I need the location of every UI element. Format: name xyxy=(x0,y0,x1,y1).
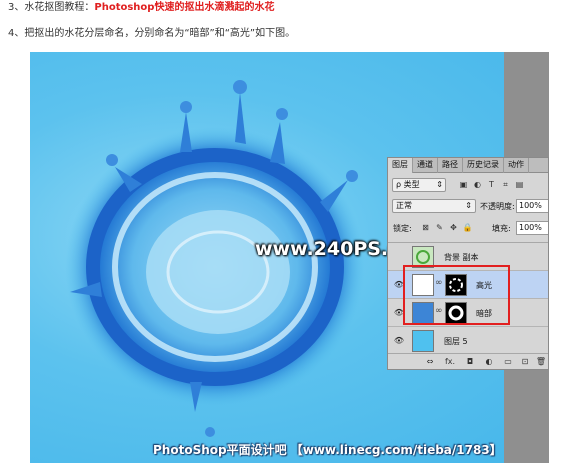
link-layers-icon[interactable]: ⇔ xyxy=(424,356,436,367)
fill-input[interactable]: 100% xyxy=(516,221,548,235)
tab-channels[interactable]: 通道 xyxy=(413,158,438,173)
panel-tabs: 图层 通道 路径 历史记录 动作 xyxy=(388,158,548,173)
blend-mode-select[interactable]: 正常 ⇕ xyxy=(392,199,476,213)
tab-paths[interactable]: 路径 xyxy=(438,158,463,173)
filter-kind-select[interactable]: ρ 类型 ⇕ xyxy=(392,178,446,192)
smart-object-icon xyxy=(416,250,430,264)
step-4-line: 4、把抠出的水花分层命名，分别命名为“暗部”和“高光”如下图。 xyxy=(8,28,296,39)
delete-icon[interactable]: 🗑 xyxy=(535,356,547,367)
opacity-input[interactable]: 100% xyxy=(516,199,548,213)
lock-image-icon[interactable]: ✎ xyxy=(434,222,445,233)
credit-text: PhotoShop平面设计吧 【www.linecg.com/tieba/178… xyxy=(153,443,502,457)
visibility-eye-icon[interactable]: 👁 xyxy=(392,336,406,346)
fill-label: 填充: xyxy=(492,224,511,233)
adjustment-filter-icon[interactable]: ◐ xyxy=(472,179,483,190)
new-layer-icon[interactable]: ⊡ xyxy=(519,356,531,367)
layer-name: 图层 5 xyxy=(444,337,468,346)
search-icon: ρ xyxy=(396,180,402,189)
lock-all-icon[interactable]: 🔒 xyxy=(462,222,473,233)
adjustment-layer-icon[interactable]: ◐ xyxy=(483,356,495,367)
add-mask-icon[interactable]: ◘ xyxy=(464,356,476,367)
annotation-highlight-box xyxy=(403,265,510,325)
layer-name: 背景 副本 xyxy=(444,253,479,262)
image-filter-icon[interactable]: ▣ xyxy=(458,179,469,190)
shape-filter-icon[interactable]: ⌗ xyxy=(500,179,511,190)
blend-row: 正常 ⇕ 不透明度: 100% xyxy=(388,199,548,214)
step-3-prefix: 3、水花抠图教程： xyxy=(8,2,95,13)
text-filter-icon[interactable]: T xyxy=(486,179,497,190)
fx-icon[interactable]: fx. xyxy=(442,356,458,367)
step-3-line: 3、水花抠图教程：Photoshop快速的抠出水滴溅起的水花 xyxy=(8,1,274,15)
tab-history[interactable]: 历史记录 xyxy=(463,158,504,173)
layer-row-layer-5[interactable]: 👁 图层 5 xyxy=(388,327,548,355)
filter-kind-value: 类型 xyxy=(403,180,420,189)
smart-object-filter-icon[interactable]: ▤ xyxy=(514,179,525,190)
tab-layers[interactable]: 图层 xyxy=(388,158,413,173)
layer-thumbnail xyxy=(412,330,434,352)
tab-actions[interactable]: 动作 xyxy=(504,158,529,173)
filter-row: ρ 类型 ⇕ ▣ ◐ T ⌗ ▤ xyxy=(388,178,548,194)
dropdown-icon: ⇕ xyxy=(465,201,472,210)
panel-bottom-bar: ⇔ fx. ◘ ◐ ▭ ⊡ 🗑 xyxy=(388,353,548,369)
lock-label: 锁定: xyxy=(393,224,412,233)
lock-position-icon[interactable]: ✥ xyxy=(448,222,459,233)
dropdown-icon: ⇕ xyxy=(436,180,443,189)
opacity-label: 不透明度: xyxy=(480,202,515,211)
lock-transparent-icon[interactable]: ⊠ xyxy=(420,222,431,233)
blend-mode-value: 正常 xyxy=(396,201,412,210)
lock-row: 锁定: ⊠ ✎ ✥ 🔒 填充: 100% xyxy=(388,221,548,236)
new-group-icon[interactable]: ▭ xyxy=(502,356,514,367)
tutorial-link[interactable]: Photoshop快速的抠出水滴溅起的水花 xyxy=(94,2,274,13)
layers-panel: 图层 通道 路径 历史记录 动作 ρ 类型 ⇕ ▣ ◐ T ⌗ ▤ 正常 ⇕ 不… xyxy=(387,157,549,370)
